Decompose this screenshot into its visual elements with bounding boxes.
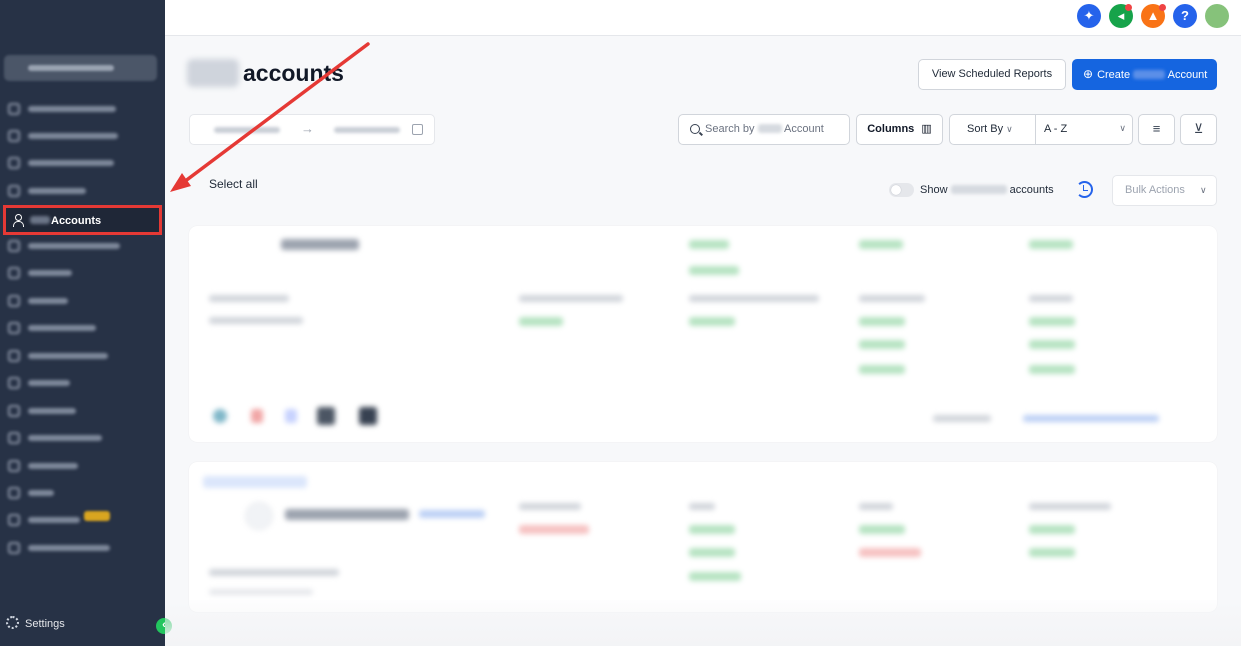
sidebar-item-12[interactable]	[6, 401, 156, 421]
avatar[interactable]	[1205, 4, 1229, 28]
add-user-icon: ⊕	[1083, 67, 1094, 81]
sidebar-item-7[interactable]	[6, 263, 156, 283]
nav-icon	[8, 185, 20, 197]
settings-label: Settings	[25, 618, 65, 630]
show-accounts-label: Show accounts	[920, 184, 1054, 196]
sidebar-item-8[interactable]	[6, 291, 156, 311]
sort-control: Sort By ∨ A - Z ∨	[949, 114, 1133, 145]
sidebar-item-9[interactable]	[6, 318, 156, 338]
nav-icon	[8, 157, 20, 169]
help-icon[interactable]: ?	[1173, 4, 1197, 28]
redacted-text	[757, 124, 782, 133]
sidebar-item-11[interactable]	[6, 373, 156, 393]
top-bar: ✦ ◂ ▲ ?	[165, 0, 1241, 36]
sidebar-item-16[interactable]	[6, 510, 156, 530]
history-icon[interactable]	[1076, 181, 1093, 198]
search-icon	[690, 124, 700, 134]
account-card[interactable]	[189, 462, 1217, 612]
sort-order-select[interactable]: A - Z ∨	[1044, 123, 1126, 135]
end-date	[334, 127, 400, 133]
account-switcher[interactable]	[4, 55, 157, 81]
nav-icon	[8, 295, 20, 307]
start-date	[214, 127, 280, 133]
sidebar-item-settings[interactable]: Settings	[6, 616, 65, 630]
create-label: Create	[1097, 69, 1131, 81]
nav-icon	[8, 130, 20, 142]
redacted-text	[950, 185, 1007, 194]
sort-by-label: Sort By	[967, 123, 1004, 135]
sidebar-item-label: Accounts	[51, 215, 102, 227]
nav-icon	[8, 432, 20, 444]
page-title: accounts	[243, 60, 344, 86]
nav-icon	[8, 487, 20, 499]
sidebar-item-1[interactable]	[6, 99, 156, 119]
nav-icon	[8, 460, 20, 472]
select-all-checkbox[interactable]: Select all	[209, 177, 258, 191]
notification-dot	[1125, 4, 1132, 11]
sidebar-item-6[interactable]	[6, 236, 156, 256]
gear-icon	[6, 616, 19, 629]
sidebar: Accounts Settings	[0, 0, 165, 646]
bottom-fade	[165, 600, 1241, 646]
nav-icon	[8, 542, 20, 554]
show-label: Show	[920, 184, 948, 196]
filter-button[interactable]: ≡	[1138, 114, 1175, 145]
sidebar-item-14[interactable]	[6, 456, 156, 476]
sidebar-item-15[interactable]	[6, 483, 156, 503]
bulk-actions-dropdown[interactable]: Bulk Actions ∨	[1112, 175, 1217, 206]
search-input[interactable]: Search by Account	[678, 114, 850, 145]
sidebar-item-accounts[interactable]: Accounts	[3, 205, 162, 235]
sort-order-value: A - Z	[1044, 123, 1068, 135]
nav-icon	[8, 267, 20, 279]
sidebar-item-4[interactable]	[6, 181, 156, 201]
date-range-picker[interactable]: →	[189, 114, 435, 145]
chevron-down-icon: ∨	[1199, 185, 1207, 195]
chevron-down-icon: ∨	[1119, 123, 1126, 133]
bulk-actions-label: Bulk Actions	[1125, 184, 1185, 196]
nav-icon	[8, 322, 20, 334]
sidebar-item-3[interactable]	[6, 153, 156, 173]
redacted-text	[1133, 70, 1166, 79]
show-accounts-toggle[interactable]	[889, 183, 914, 197]
download-icon: ⊻	[1193, 121, 1204, 136]
columns-button[interactable]: Columns ▥	[856, 114, 943, 145]
new-badge	[84, 511, 110, 521]
arrow-right-icon: →	[301, 121, 314, 136]
sidebar-item-17[interactable]	[6, 538, 156, 558]
sidebar-item-13[interactable]	[6, 428, 156, 448]
columns-icon: ▥	[921, 123, 932, 135]
nav-icon	[8, 514, 20, 526]
search-placeholder: Search by	[705, 123, 755, 135]
nav-icon	[8, 103, 20, 115]
download-button[interactable]: ⊻	[1180, 114, 1217, 145]
calendar-icon	[412, 124, 423, 135]
nav-icon	[8, 377, 20, 389]
nav-icon	[8, 350, 20, 362]
create-account-button[interactable]: ⊕ Create Account	[1072, 59, 1217, 90]
user-icon	[12, 214, 24, 227]
show-label-suffix: accounts	[1009, 184, 1054, 196]
sparkle-icon[interactable]: ✦	[1077, 4, 1101, 28]
nav-icon	[8, 405, 20, 417]
notification-dot	[1159, 4, 1166, 11]
columns-label: Columns	[867, 123, 915, 135]
search-placeholder-suffix: Account	[784, 123, 824, 135]
filter-icon: ≡	[1152, 121, 1161, 136]
sidebar-item-10[interactable]	[6, 346, 156, 366]
create-label-suffix: Account	[1167, 69, 1208, 81]
chevron-down-icon: ∨	[1006, 124, 1013, 134]
account-card[interactable]	[189, 226, 1217, 442]
nav-icon	[8, 240, 20, 252]
title-prefix-redacted	[187, 59, 239, 87]
sort-by-dropdown[interactable]: Sort By ∨	[967, 123, 1013, 135]
sidebar-item-2[interactable]	[6, 126, 156, 146]
view-scheduled-reports-button[interactable]: View Scheduled Reports	[918, 59, 1066, 90]
